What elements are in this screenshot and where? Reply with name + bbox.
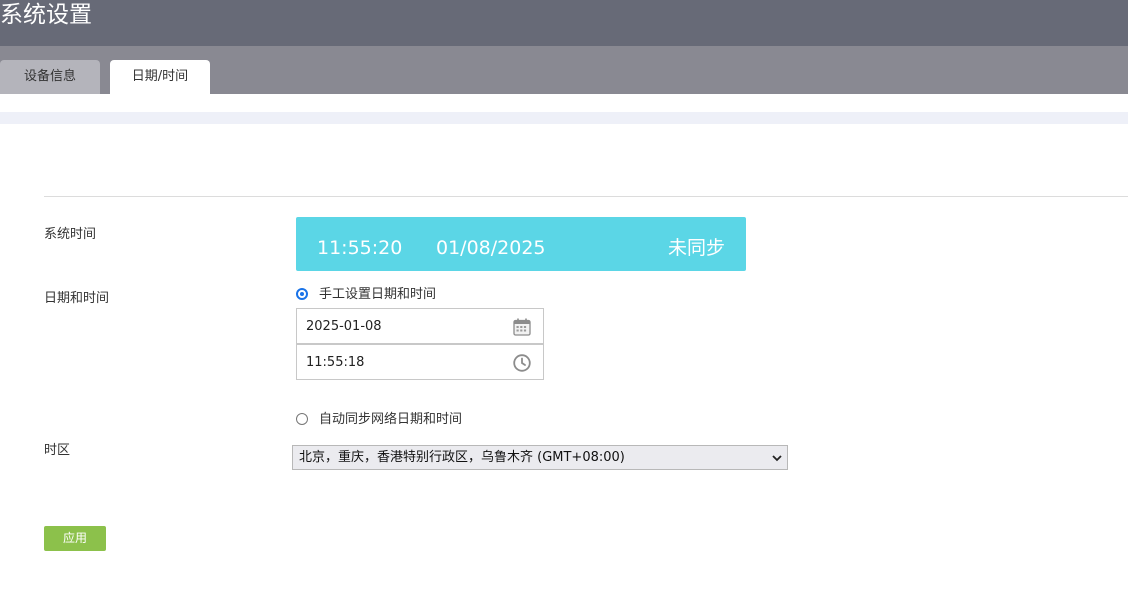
system-time-value: 11:55:20 — [317, 237, 403, 259]
system-time-display: 11:55:20 01/08/2025 未同步 — [296, 217, 746, 271]
system-date-value: 01/08/2025 — [436, 237, 546, 259]
calendar-icon[interactable] — [512, 317, 532, 337]
auto-sync-radio[interactable] — [296, 413, 308, 425]
app-header: 系统设置 — [0, 0, 1128, 46]
page-title: 系统设置 — [0, 2, 92, 28]
timezone-select[interactable]: 北京，重庆，香港特别行政区，乌鲁木齐 (GMT+08:00) — [292, 445, 788, 470]
date-field[interactable] — [296, 308, 544, 344]
tab-date-time[interactable]: 日期/时间 — [110, 60, 210, 94]
tab-device-info[interactable]: 设备信息 — [0, 60, 100, 94]
timezone-label: 时区 — [44, 443, 71, 458]
section-divider — [44, 196, 1128, 197]
sync-status: 未同步 — [667, 237, 725, 259]
datetime-label: 日期和时间 — [44, 291, 110, 306]
content-top-strip — [0, 112, 1128, 124]
tab-bar: 设备信息 日期/时间 — [0, 46, 1128, 94]
manual-radio[interactable] — [296, 288, 308, 300]
chevron-down-icon — [772, 455, 782, 462]
time-input[interactable] — [306, 345, 496, 379]
clock-icon[interactable] — [512, 353, 532, 373]
time-field[interactable] — [296, 344, 544, 380]
date-input[interactable] — [306, 309, 496, 343]
apply-button[interactable]: 应用 — [44, 526, 106, 551]
manual-radio-label: 手工设置日期和时间 — [319, 287, 437, 302]
auto-sync-radio-label: 自动同步网络日期和时间 — [319, 412, 463, 427]
timezone-selected-value: 北京，重庆，香港特别行政区，乌鲁木齐 (GMT+08:00) — [299, 450, 625, 465]
system-time-label: 系统时间 — [44, 227, 97, 242]
